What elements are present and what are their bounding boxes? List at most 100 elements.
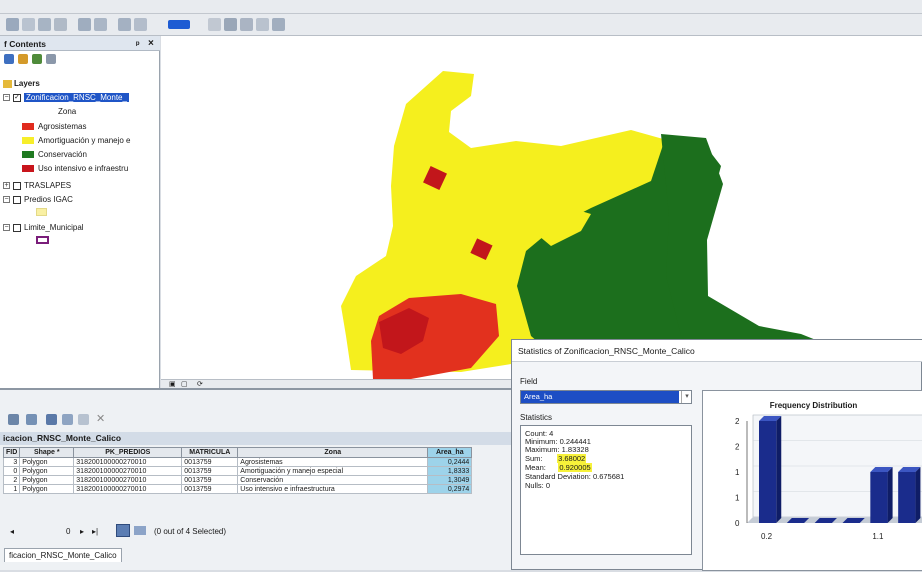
layer-limite-municipal[interactable]: − Limite_Municipal bbox=[3, 222, 84, 234]
pin-icon[interactable]: ᵖ bbox=[136, 39, 140, 49]
field-dropdown[interactable]: Area_ha ▾ bbox=[520, 390, 692, 404]
close-icon[interactable]: × bbox=[148, 38, 154, 49]
table-cell: 0013759 bbox=[181, 475, 239, 485]
first-record-icon[interactable]: ◂ bbox=[10, 527, 14, 536]
legend-swatch bbox=[22, 151, 34, 159]
frequency-chart: Frequency Distribution 0 1 1 2 2 0.2 1.1 bbox=[702, 390, 922, 571]
column-header[interactable]: PK_PREDIOS bbox=[73, 447, 183, 458]
show-selected-records-icon[interactable] bbox=[134, 526, 146, 535]
sum-value: 3.68002 bbox=[557, 454, 587, 463]
open-icon[interactable] bbox=[22, 18, 35, 31]
list-by-visibility-icon[interactable] bbox=[32, 54, 42, 64]
stat-std: Standard Deviation: 0.675681 bbox=[525, 472, 625, 481]
expand-icon[interactable]: + bbox=[3, 182, 10, 190]
table-row[interactable]: 2 Polygon 318200100000270010 0013759 Con… bbox=[2, 475, 473, 485]
color-picker-icon[interactable] bbox=[168, 20, 190, 29]
zoom-in-icon[interactable] bbox=[78, 18, 91, 31]
table-cell: 1,3049 bbox=[427, 475, 473, 485]
stat-sum: Sum: 3.68002 bbox=[525, 454, 587, 463]
record-navigator: ◂ 0 ▸ ▸| (0 out of 4 Selected) bbox=[0, 522, 512, 544]
field-selected-value: Area_ha bbox=[521, 391, 679, 403]
layer-zonificacion[interactable]: − ✓ Zonificacion_RNSC_Monte_ bbox=[3, 92, 129, 104]
save-icon[interactable] bbox=[38, 18, 51, 31]
layout-view-icon[interactable]: ▢ bbox=[181, 380, 188, 388]
column-header[interactable]: FID bbox=[2, 447, 21, 458]
bar-side bbox=[915, 467, 921, 523]
statistics-heading: Statistics bbox=[520, 413, 553, 422]
table-row[interactable]: 3 Polygon 318200100000270010 0013759 Agr… bbox=[2, 457, 473, 467]
switch-selection-icon[interactable] bbox=[62, 414, 73, 425]
last-record-icon[interactable]: ▸| bbox=[92, 527, 98, 536]
layer-traslapes[interactable]: + TRASLAPES bbox=[3, 180, 71, 192]
clear-selection-icon[interactable] bbox=[78, 414, 89, 425]
table-row[interactable]: 0 Polygon 318200100000270010 0013759 Amo… bbox=[2, 466, 473, 476]
select-by-attributes-icon[interactable] bbox=[46, 414, 57, 425]
x-tick-label: 0.2 bbox=[761, 532, 773, 541]
record-number[interactable]: 0 bbox=[66, 527, 70, 536]
legend-item-agrosistemas[interactable]: Agrosistemas bbox=[22, 121, 86, 133]
table-cell: Polygon bbox=[19, 484, 75, 494]
layer-visibility-checkbox[interactable] bbox=[13, 181, 21, 190]
pan-icon[interactable] bbox=[118, 18, 131, 31]
data-view-icon[interactable]: ▣ bbox=[169, 380, 176, 388]
collapse-icon[interactable]: − bbox=[3, 94, 10, 102]
chevron-down-icon[interactable]: ▾ bbox=[681, 391, 692, 403]
new-map-icon[interactable] bbox=[6, 18, 19, 31]
measure-icon[interactable] bbox=[240, 18, 253, 31]
table-tab[interactable]: ficacion_RNSC_Monte_Calico bbox=[4, 548, 122, 562]
layers-icon bbox=[3, 79, 12, 88]
identify-icon[interactable] bbox=[224, 18, 237, 31]
table-cell: Amortiguación y manejo especial bbox=[237, 466, 429, 476]
statistics-dialog: Statistics of Zonificacion_RNSC_Monte_Ca… bbox=[511, 339, 922, 571]
list-by-source-icon[interactable] bbox=[18, 54, 28, 64]
table-cell: 318200100000270010 bbox=[73, 475, 183, 485]
legend-item-uso-intensivo[interactable]: Uso intensivo e infraestru bbox=[22, 163, 128, 175]
table-cell: Uso intensivo e infraestructura bbox=[237, 484, 429, 494]
collapse-icon[interactable]: − bbox=[3, 196, 10, 204]
legend-item-amortiguacion[interactable]: Amortiguación y manejo e bbox=[22, 135, 131, 147]
bar bbox=[898, 472, 916, 523]
show-all-records-icon[interactable] bbox=[116, 524, 130, 537]
layer-visibility-checkbox[interactable] bbox=[13, 223, 21, 232]
column-header[interactable]: Area_ha bbox=[427, 447, 473, 458]
list-by-drawing-order-icon[interactable] bbox=[4, 54, 14, 64]
table-cell: Polygon bbox=[19, 466, 75, 476]
attribute-table-window: ✕ icacion_RNSC_Monte_Calico FID Shape * … bbox=[0, 388, 512, 570]
map-canvas[interactable] bbox=[161, 36, 922, 379]
table-cell: 0013759 bbox=[181, 457, 239, 467]
collapse-icon[interactable]: − bbox=[3, 224, 10, 232]
layers-group[interactable]: Layers bbox=[3, 78, 40, 90]
delete-icon[interactable]: ✕ bbox=[96, 412, 105, 425]
table-header-row: FID Shape * PK_PREDIOS MATRICULA Zona Ar… bbox=[2, 447, 473, 458]
column-header[interactable]: MATRICULA bbox=[181, 447, 239, 458]
table-cell: 1,8333 bbox=[427, 466, 473, 476]
y-tick-label: 1 bbox=[735, 494, 740, 503]
layer-visibility-checkbox[interactable] bbox=[13, 195, 21, 204]
full-extent-icon[interactable] bbox=[134, 18, 147, 31]
print-icon[interactable] bbox=[54, 18, 67, 31]
selection-count: (0 out of 4 Selected) bbox=[154, 527, 227, 536]
options-icon[interactable] bbox=[46, 54, 56, 64]
zoom-out-icon[interactable] bbox=[94, 18, 107, 31]
y-tick-label: 0 bbox=[735, 519, 740, 528]
stat-mean: Mean: 0.920005 bbox=[525, 463, 592, 472]
map-view[interactable] bbox=[161, 36, 922, 379]
table-cell: 3 bbox=[2, 457, 21, 467]
related-tables-icon[interactable] bbox=[26, 414, 37, 425]
column-header[interactable]: Shape * bbox=[19, 447, 75, 458]
standard-toolbar bbox=[0, 14, 922, 36]
layer-visibility-checkbox[interactable]: ✓ bbox=[13, 93, 21, 102]
catalog-icon[interactable] bbox=[256, 18, 269, 31]
layer-predios-igac[interactable]: − Predios IGAC bbox=[3, 194, 73, 206]
limite-swatch bbox=[36, 236, 49, 244]
table-row[interactable]: 1 Polygon 318200100000270010 0013759 Uso… bbox=[2, 484, 473, 494]
stat-maximum: Maximum: 1.83328 bbox=[525, 445, 589, 454]
refresh-icon[interactable]: ⟳ bbox=[197, 380, 203, 388]
stat-nulls: Nulls: 0 bbox=[525, 481, 551, 490]
toolbox-icon[interactable] bbox=[272, 18, 285, 31]
select-icon[interactable] bbox=[208, 18, 221, 31]
legend-item-conservacion[interactable]: Conservación bbox=[22, 149, 87, 161]
table-options-icon[interactable] bbox=[8, 414, 19, 425]
next-record-icon[interactable]: ▸ bbox=[80, 527, 84, 536]
column-header[interactable]: Zona bbox=[237, 447, 429, 458]
